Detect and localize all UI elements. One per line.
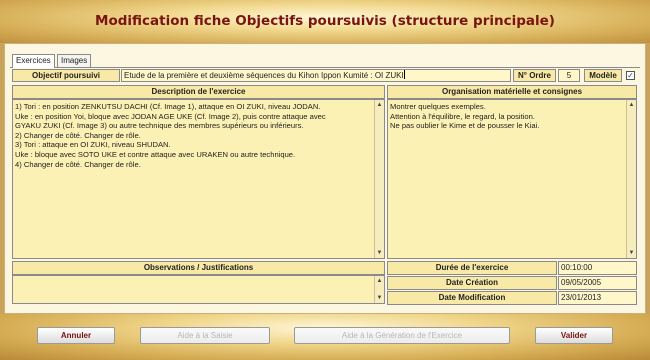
annuler-button[interactable]: Annuler xyxy=(37,327,115,344)
duree-label: Durée de l'exercice xyxy=(387,261,557,275)
description-header: Description de l'exercice xyxy=(12,85,385,99)
ordre-input[interactable]: 5 xyxy=(558,69,580,82)
organisation-line: Ne pas oublier le Kime et de pousser le … xyxy=(390,121,540,131)
objectif-label: Objectif poursuivi xyxy=(12,69,120,82)
objectif-value: Etude de la première et deuxième séquenc… xyxy=(124,71,404,80)
description-line: Uke : bloque avec SOTO UKE et contre att… xyxy=(15,149,296,159)
description-line: 3) Tori : attaque en OI ZUKI, niveau SHU… xyxy=(15,140,171,150)
modele-checkbox[interactable]: ✓ xyxy=(626,71,635,80)
organisation-scrollbar[interactable]: ▲ ▼ xyxy=(626,100,636,258)
organisation-line: Montrer quelques exemples. xyxy=(390,102,486,111)
description-line: Uke : en position Yoi, bloque avec JODAN… xyxy=(15,111,326,121)
organisation-textarea[interactable]: Montrer quelques exemples. Attention à l… xyxy=(387,99,637,259)
window-title: Modification fiche Objectifs poursuivis … xyxy=(95,13,555,29)
scroll-down-icon[interactable]: ▼ xyxy=(627,249,636,257)
modele-label: Modèle xyxy=(584,69,622,82)
organisation-header: Organisation matérielle et consignes xyxy=(387,85,637,99)
modification-value: 23/01/2013 xyxy=(558,291,637,305)
ordre-label: N° Ordre xyxy=(513,69,556,82)
description-line: 4) Changer de côté. Changer de rôle. xyxy=(15,159,141,169)
scroll-down-icon[interactable]: ▼ xyxy=(375,249,384,257)
description-line: GYAKU ZUKI (Cf. Image 3) ou autre techni… xyxy=(15,121,304,131)
text-cursor xyxy=(403,70,405,79)
scroll-up-icon[interactable]: ▲ xyxy=(375,101,384,109)
description-line: 1) Tori : en position ZENKUTSU DACHI (Cf… xyxy=(15,102,321,111)
objectif-input[interactable]: Etude de la première et deuxième séquenc… xyxy=(121,69,511,82)
duree-input[interactable]: 00:10:00 xyxy=(558,261,637,275)
aide-saisie-button[interactable]: Aide à la Saisie xyxy=(140,327,270,344)
description-textarea[interactable]: 1) Tori : en position ZENKUTSU DACHI (Cf… xyxy=(12,99,385,259)
title-bar: Modification fiche Objectifs poursuivis … xyxy=(0,0,650,43)
scroll-up-icon[interactable]: ▲ xyxy=(627,101,636,109)
scroll-down-icon[interactable]: ▼ xyxy=(375,294,384,302)
description-scrollbar[interactable]: ▲ ▼ xyxy=(374,100,384,258)
modification-label: Date Modification xyxy=(387,291,557,305)
tab-images[interactable]: Images xyxy=(57,54,92,67)
observations-scrollbar[interactable]: ▲ ▼ xyxy=(374,276,384,303)
observations-textarea[interactable]: ▲ ▼ xyxy=(12,275,385,304)
valider-button[interactable]: Valider xyxy=(535,327,613,344)
creation-label: Date Création xyxy=(387,276,557,290)
scroll-up-icon[interactable]: ▲ xyxy=(375,277,384,285)
organisation-line: Attention à l'équilibre, le regard, la p… xyxy=(390,111,535,121)
aide-generation-button[interactable]: Aide à la Génération de l'Exercice xyxy=(294,327,510,344)
tab-exercices[interactable]: Exercices xyxy=(12,54,55,68)
creation-value: 09/05/2005 xyxy=(558,276,637,290)
tab-divider xyxy=(10,67,640,68)
observations-header: Observations / Justifications xyxy=(12,261,385,275)
description-line: 2) Changer de côté. Changer de rôle. xyxy=(15,130,141,140)
